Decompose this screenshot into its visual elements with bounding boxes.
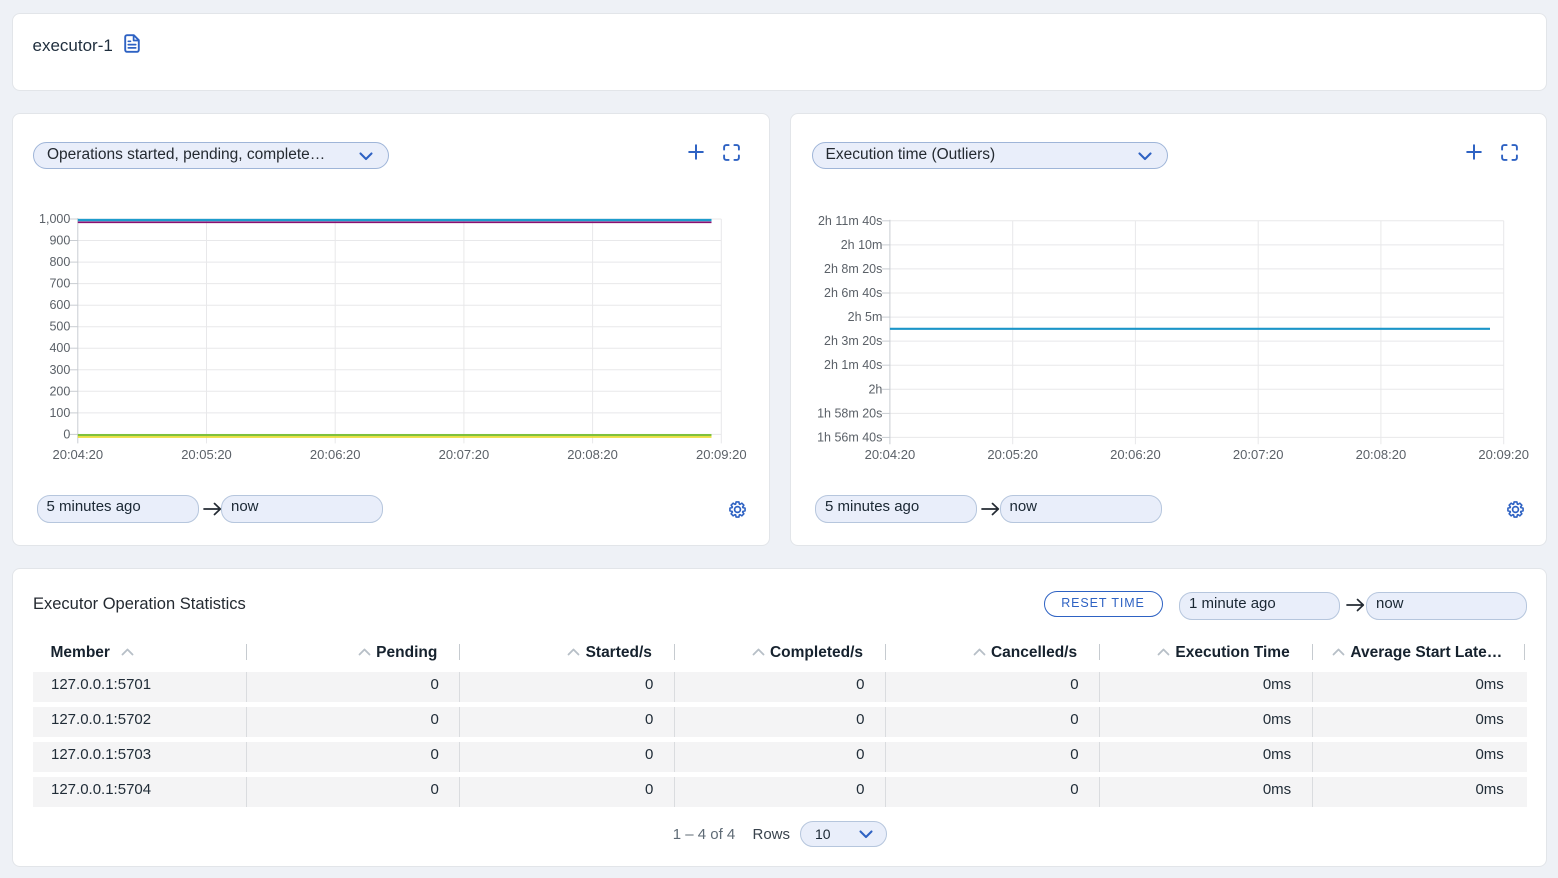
- svg-text:800: 800: [49, 255, 70, 269]
- svg-text:2h 3m 20s: 2h 3m 20s: [824, 334, 882, 348]
- svg-text:2h 8m 20s: 2h 8m 20s: [824, 262, 882, 276]
- svg-text:1h 58m 20s: 1h 58m 20s: [817, 406, 882, 420]
- svg-text:700: 700: [49, 277, 70, 291]
- svg-text:20:07:20: 20:07:20: [438, 447, 489, 462]
- svg-text:20:06:20: 20:06:20: [1110, 447, 1161, 462]
- svg-text:20:08:20: 20:08:20: [567, 447, 618, 462]
- svg-text:300: 300: [49, 363, 70, 377]
- svg-text:20:08:20: 20:08:20: [1356, 447, 1407, 462]
- svg-text:20:09:20: 20:09:20: [1478, 447, 1529, 462]
- svg-text:0: 0: [63, 427, 70, 441]
- svg-text:20:06:20: 20:06:20: [309, 447, 360, 462]
- svg-text:1,000: 1,000: [39, 212, 70, 226]
- svg-text:2h 10m: 2h 10m: [841, 238, 883, 252]
- svg-text:600: 600: [49, 298, 70, 312]
- svg-text:20:04:20: 20:04:20: [52, 447, 103, 462]
- svg-text:900: 900: [49, 234, 70, 248]
- svg-text:20:05:20: 20:05:20: [987, 447, 1038, 462]
- svg-text:1h 56m 40s: 1h 56m 40s: [817, 430, 882, 444]
- svg-text:2h 5m: 2h 5m: [848, 310, 883, 324]
- svg-text:2h: 2h: [868, 382, 882, 396]
- svg-text:20:07:20: 20:07:20: [1233, 447, 1284, 462]
- svg-text:2h 11m 40s: 2h 11m 40s: [818, 214, 882, 228]
- svg-text:2h 6m 40s: 2h 6m 40s: [824, 286, 882, 300]
- svg-text:400: 400: [49, 341, 70, 355]
- svg-text:500: 500: [49, 320, 70, 334]
- svg-text:20:04:20: 20:04:20: [865, 447, 916, 462]
- svg-text:100: 100: [49, 406, 70, 420]
- svg-text:200: 200: [49, 384, 70, 398]
- svg-text:2h 1m 40s: 2h 1m 40s: [824, 358, 882, 372]
- svg-text:20:09:20: 20:09:20: [695, 447, 746, 462]
- svg-text:20:05:20: 20:05:20: [181, 447, 232, 462]
